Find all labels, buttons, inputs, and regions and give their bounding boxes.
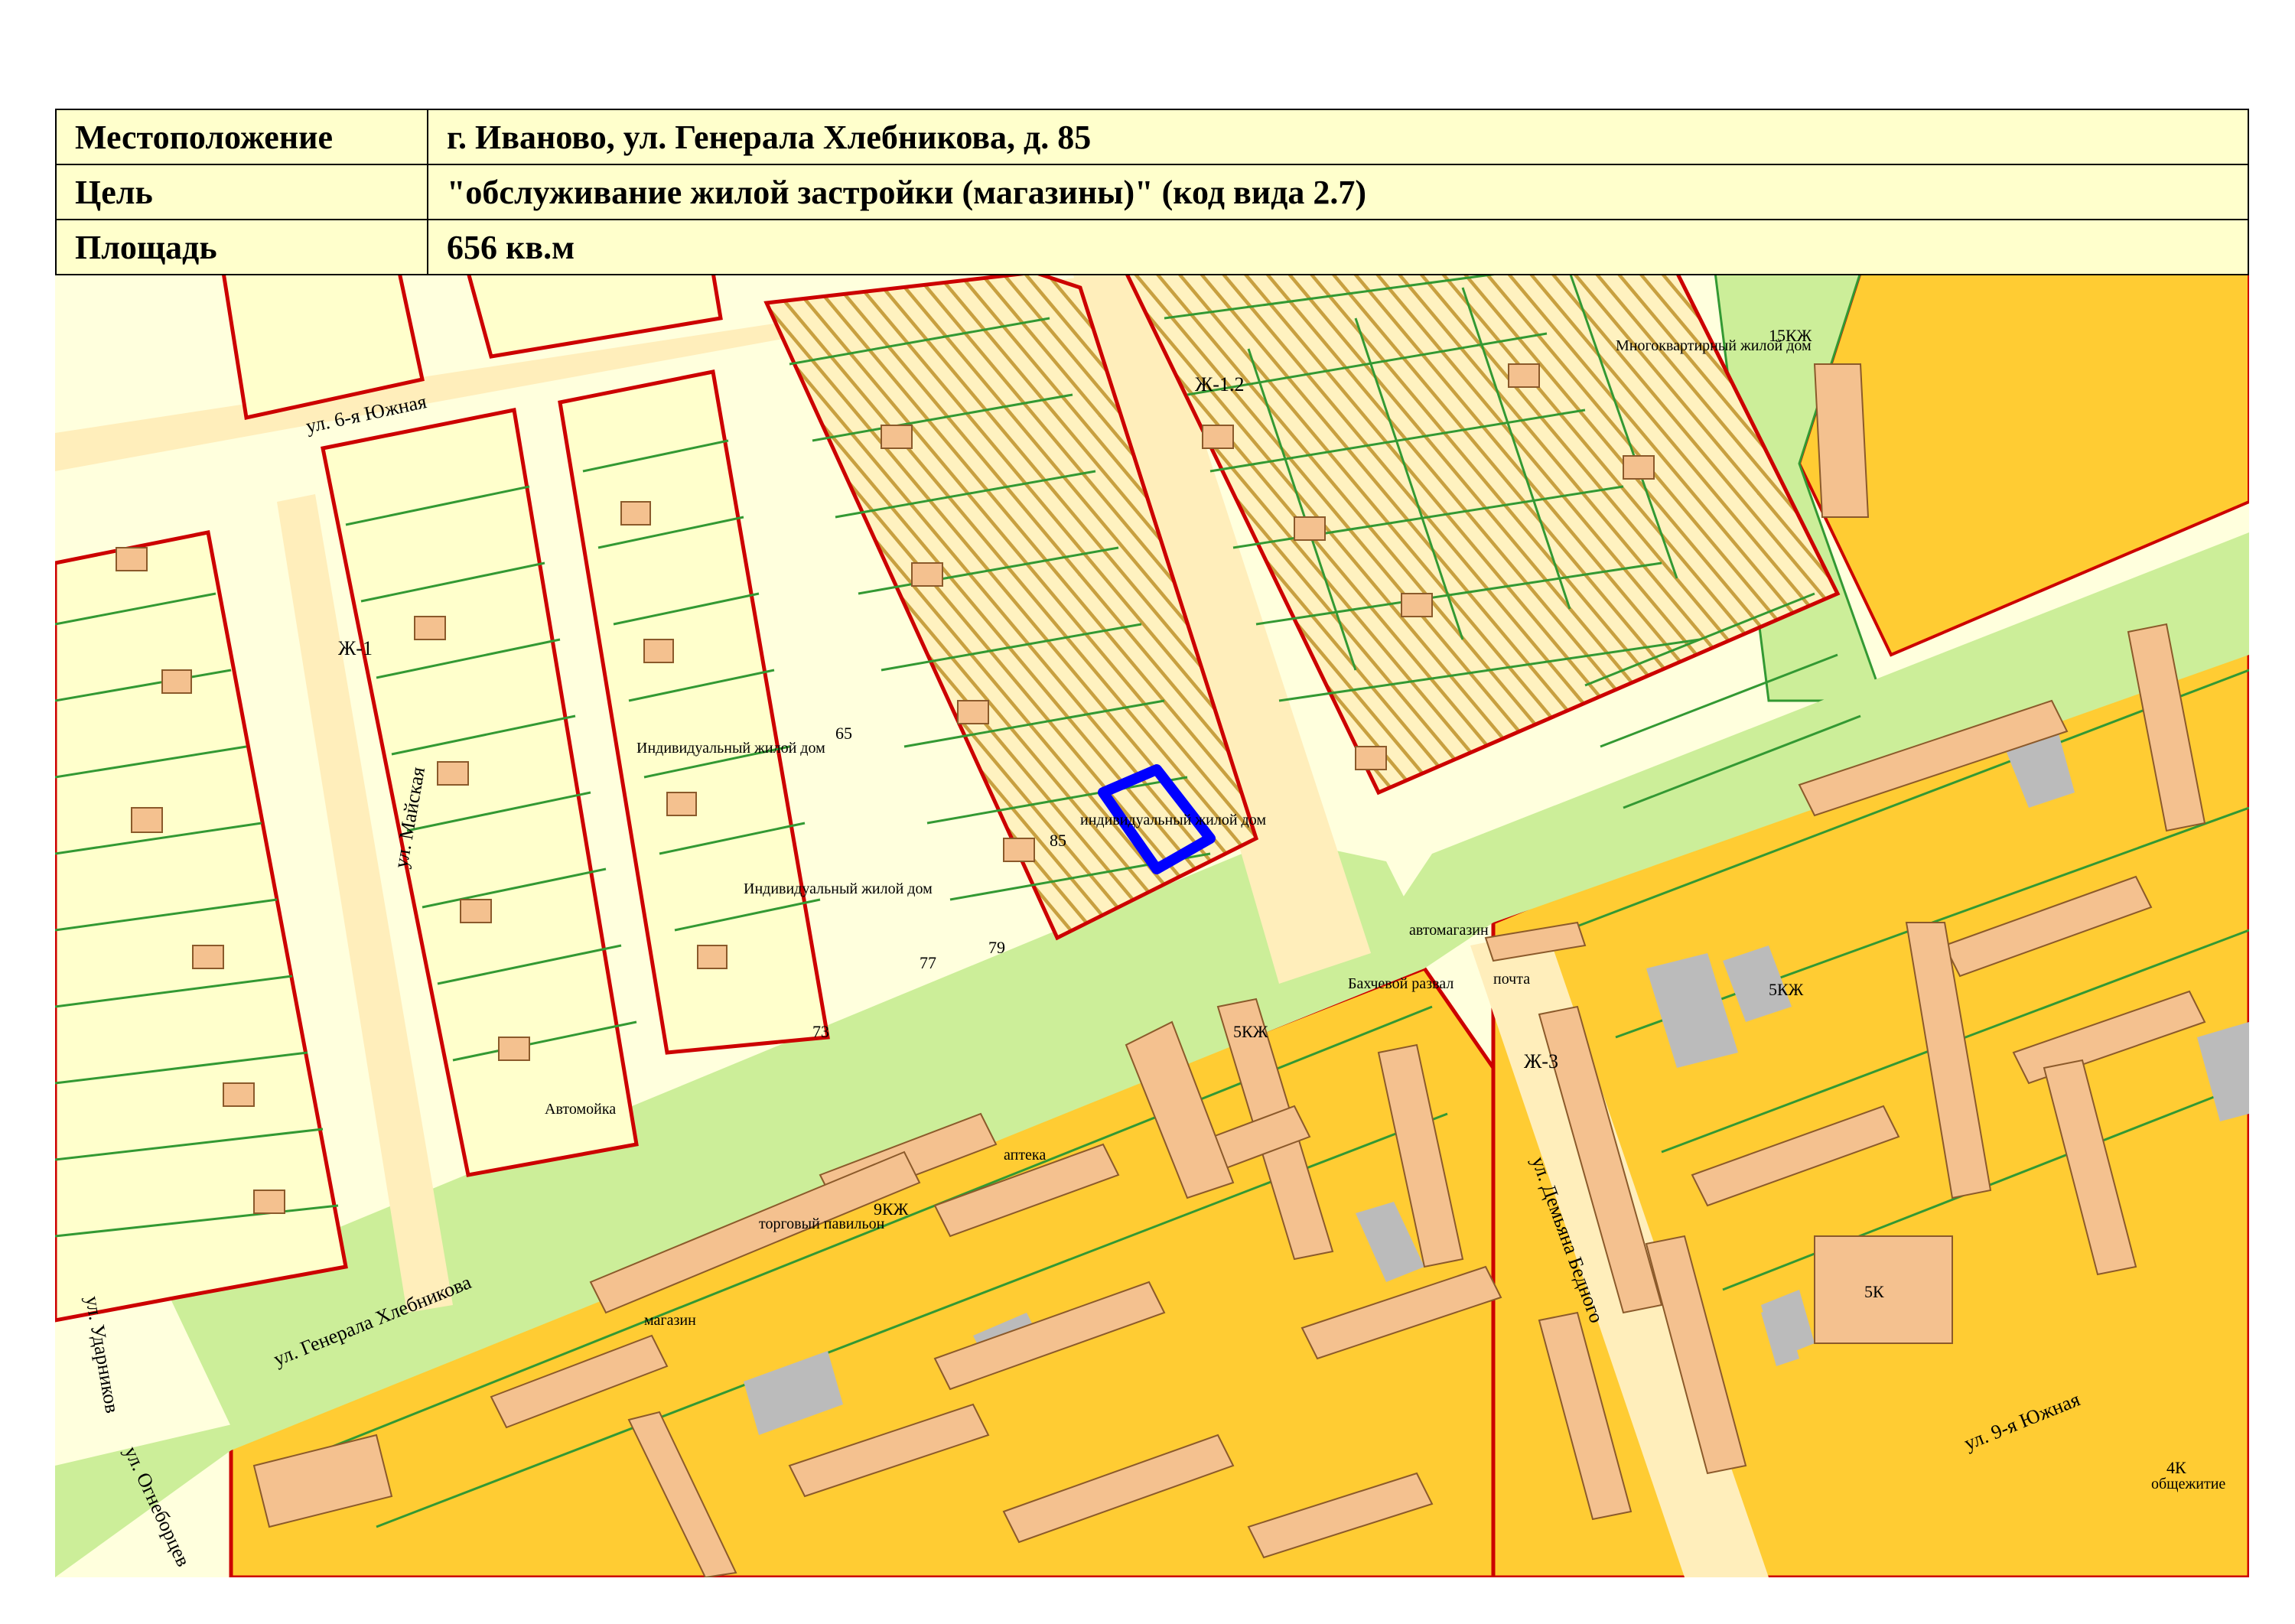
house-number-65: 65	[835, 724, 852, 743]
label-individual-house-subject: индивидуальный жилой дом	[1080, 812, 1266, 828]
location-label: Местоположение	[55, 109, 428, 165]
building-code-5kzh-1: 5КЖ	[1233, 1022, 1268, 1041]
label-post-office: почта	[1493, 971, 1530, 988]
house-number-79: 79	[988, 938, 1005, 957]
zone-label-zh3: Ж-3	[1524, 1050, 1558, 1072]
label-individual-house-2: Индивидуальный жилой дом	[744, 880, 933, 897]
building-code-9kzh: 9КЖ	[874, 1199, 909, 1219]
label-melon-market: Бахчевой развал	[1348, 975, 1454, 992]
info-table: Местоположение г. Иваново, ул. Генерала …	[55, 109, 2249, 275]
label-individual-house-1: Индивидуальный жилой дом	[636, 740, 825, 757]
zone-label-zh1: Ж-1	[338, 637, 373, 659]
label-auto-shop: автомагазин	[1409, 922, 1489, 939]
label-shop: магазин	[644, 1312, 696, 1329]
area-value: 656 кв.м	[427, 219, 2249, 275]
label-pharmacy: аптека	[1004, 1147, 1046, 1163]
label-car-wash: Автомойка	[545, 1101, 616, 1118]
zone-label-zh12: Ж-1.2	[1195, 373, 1244, 395]
building-code-5k: 5К	[1864, 1282, 1884, 1301]
info-row-location: Местоположение г. Иваново, ул. Генерала …	[55, 109, 2249, 165]
info-row-purpose: Цель "обслуживание жилой застройки (мага…	[55, 164, 2249, 220]
house-number-77: 77	[920, 953, 936, 972]
location-value: г. Иваново, ул. Генерала Хлебникова, д. …	[427, 109, 2249, 165]
purpose-value: "обслуживание жилой застройки (магазины)…	[427, 164, 2249, 220]
house-number-85: 85	[1050, 831, 1066, 850]
building-code-15kzh: 15КЖ	[1769, 326, 1812, 345]
map-canvas[interactable]: ул. 6-я Южная ул. Майская ул. Ударников …	[55, 272, 2249, 1577]
house-number-73: 73	[812, 1022, 829, 1041]
label-trade-pavilion: торговый павильон	[759, 1216, 885, 1232]
purpose-label: Цель	[55, 164, 428, 220]
info-row-area: Площадь 656 кв.м	[55, 219, 2249, 275]
area-label: Площадь	[55, 219, 428, 275]
building-code-4k: 4К	[2166, 1458, 2186, 1477]
building-code-5kzh-2: 5КЖ	[1769, 980, 1804, 999]
label-dormitory: общежитие	[2151, 1476, 2225, 1492]
cadastral-map[interactable]: ул. 6-я Южная ул. Майская ул. Ударников …	[55, 272, 2249, 1577]
